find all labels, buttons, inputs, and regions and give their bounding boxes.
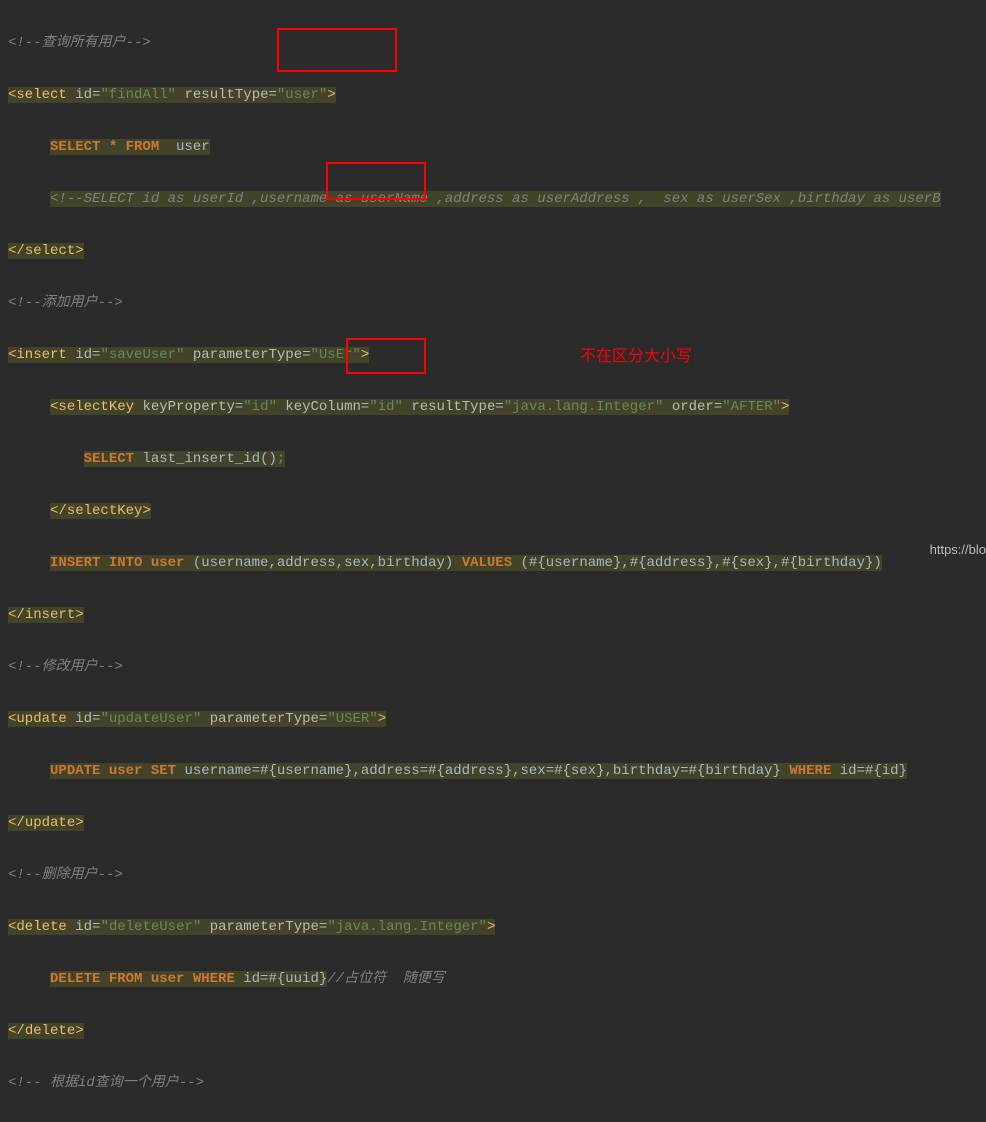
attr-id3: id: [75, 711, 92, 727]
comment-placeholder: //占位符 随便写: [327, 971, 445, 987]
comment-update: <!--修改用户-->: [8, 659, 123, 675]
comment-delete: <!--删除用户-->: [8, 867, 123, 883]
comment: <!--查询所有用户-->: [8, 35, 151, 51]
attr-id4: id: [75, 919, 92, 935]
attr-id2: id: [75, 347, 92, 363]
val-id2: "id": [369, 399, 403, 415]
attr-parameterType2: parameterType: [210, 711, 319, 727]
val-integer: "java.lang.Integer": [504, 399, 664, 415]
tag-select-close: select: [25, 243, 75, 259]
comment-add: <!--添加用户-->: [8, 295, 123, 311]
semicolon: ;: [277, 451, 285, 467]
val-after: "AFTER": [722, 399, 781, 415]
val-user: "user": [277, 87, 327, 103]
txt-lastInsert: last_insert_id(): [134, 451, 277, 467]
comment-cols: <!--SELECT id as userId ,username as use…: [50, 191, 941, 207]
tag-insert-open: insert: [16, 347, 66, 363]
txt-deleteBody: id=#{uuid}: [243, 971, 327, 987]
val-id: "id": [243, 399, 277, 415]
val-findAll: "findAll": [100, 87, 176, 103]
attr-resultType2: resultType: [411, 399, 495, 415]
attr-resultType: resultType: [184, 87, 268, 103]
kw-insert-into: INSERT INTO user: [50, 555, 193, 571]
comment-queryById: <!-- 根据id查询一个用户-->: [8, 1075, 204, 1091]
val-saveUser: "saveUser": [100, 347, 184, 363]
val-updateUser: "updateUser": [100, 711, 201, 727]
txt-placeholders: (#{username},#{address},#{sex},#{birthda…: [512, 555, 882, 571]
attr-keyProperty: keyProperty: [142, 399, 234, 415]
txt-cols: (username,address,sex,birthday): [193, 555, 462, 571]
attr-parameterType3: parameterType: [210, 919, 319, 935]
attr-keyColumn: keyColumn: [285, 399, 361, 415]
annotation-case-insensitive: 不在区分大小写: [580, 344, 692, 370]
code-editor[interactable]: <!--查询所有用户--> <select id="findAll" resul…: [0, 0, 986, 1122]
tag-delete-open: delete: [16, 919, 66, 935]
attr-id: id: [75, 87, 92, 103]
tag-selectKey: selectKey: [58, 399, 134, 415]
txt-user: user: [176, 139, 210, 155]
attr-order: order: [672, 399, 714, 415]
tag-select-open: select: [16, 87, 66, 103]
val-integer2: "java.lang.Integer": [327, 919, 487, 935]
txt-updateBody: username=#{username},address=#{address},…: [184, 763, 789, 779]
tag-update-open: update: [16, 711, 66, 727]
watermark: https://blo: [930, 537, 986, 563]
kw-select-star: SELECT * FROM: [50, 139, 176, 155]
txt-whereId: id=#{id}: [831, 763, 907, 779]
tag-update-close: update: [25, 815, 75, 831]
kw-update: UPDATE user SET: [50, 763, 184, 779]
kw-where: WHERE: [789, 763, 831, 779]
val-USER: "USER": [327, 711, 377, 727]
kw-select: SELECT: [84, 451, 134, 467]
val-UsEr: "UsEr": [311, 347, 361, 363]
kw-values: VALUES: [462, 555, 512, 571]
tag-delete-close: delete: [25, 1023, 75, 1039]
tag-selectKey-close: selectKey: [67, 503, 143, 519]
kw-delete-from: DELETE FROM user WHERE: [50, 971, 243, 987]
attr-parameterType: parameterType: [193, 347, 302, 363]
tag-insert-close: insert: [25, 607, 75, 623]
val-deleteUser: "deleteUser": [100, 919, 201, 935]
